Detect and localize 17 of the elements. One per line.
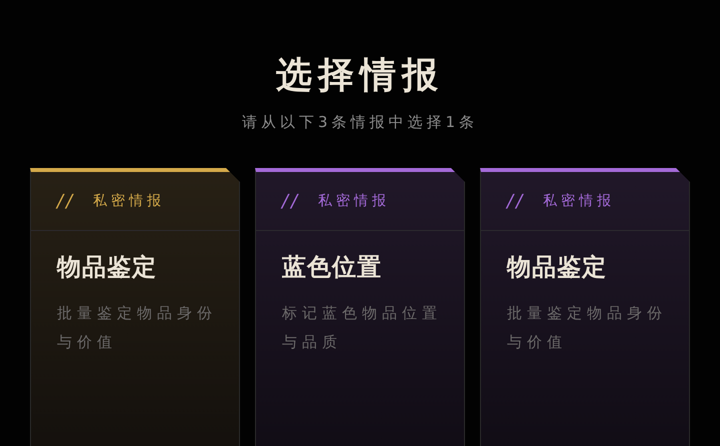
slash-mark: // — [507, 190, 526, 212]
page-subtitle: 请从以下3条情报中选择1条 — [242, 112, 478, 132]
card-tag: 私密情报 — [93, 192, 166, 210]
card-description: 标记蓝色物品位置与品质 — [282, 303, 443, 353]
card-tag: 私密情报 — [318, 192, 390, 210]
card-title: 物品鉴定 — [57, 252, 158, 283]
slash-mark: // — [282, 190, 300, 212]
intel-card[interactable]: // 私密情报 蓝色位置 标记蓝色物品位置与品质 — [255, 168, 465, 446]
intel-card[interactable]: // 私密情报 物品鉴定 批量鉴定物品身份与价值 — [30, 168, 240, 446]
card-description: 批量鉴定物品身份与价值 — [57, 303, 218, 353]
intel-card[interactable]: // 私密情报 物品鉴定 批量鉴定物品身份与价值 — [480, 168, 690, 446]
card-description: 批量鉴定物品身份与价值 — [507, 303, 668, 353]
card-title: 物品鉴定 — [507, 252, 608, 283]
card-title: 蓝色位置 — [282, 252, 383, 283]
slash-mark: // — [57, 190, 76, 212]
card-tag: 私密情报 — [543, 192, 616, 210]
page-title: 选择情报 — [276, 54, 444, 98]
